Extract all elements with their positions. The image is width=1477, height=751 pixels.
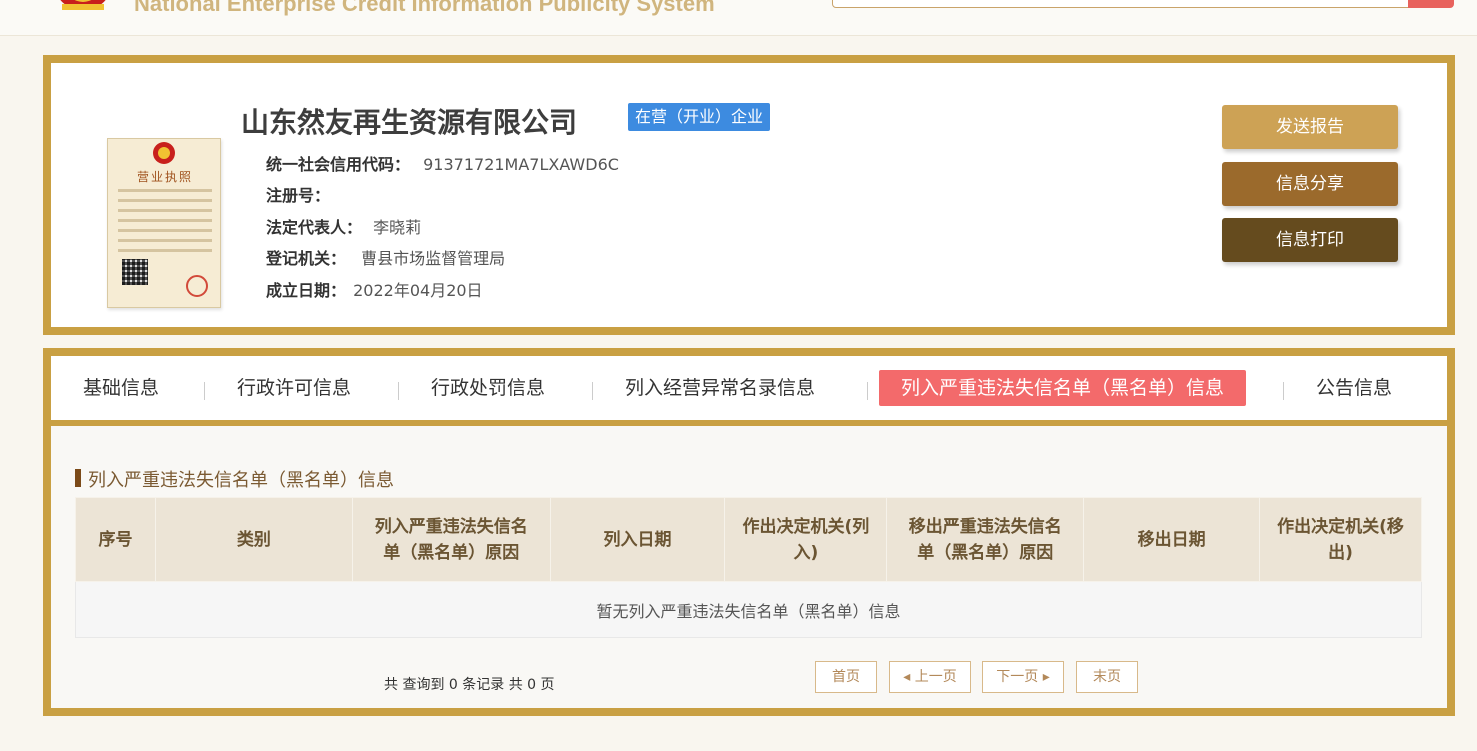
tab-admin-license[interactable]: 行政许可信息 xyxy=(237,370,351,406)
tab-bar: 基础信息 行政许可信息 行政处罚信息 列入经营异常名录信息 列入严重违法失信名单… xyxy=(51,356,1447,426)
last-page-button[interactable]: 末页 xyxy=(1076,661,1138,693)
info-panel: 基础信息 行政许可信息 行政处罚信息 列入经营异常名录信息 列入严重违法失信名单… xyxy=(43,348,1455,716)
blacklist-table: 序号 类别 列入严重违法失信名单（黑名单）原因 列入日期 作出决定机关(列入) … xyxy=(75,497,1422,638)
registration-authority-row: 登记机关： 曹县市场监督管理局 xyxy=(266,245,505,269)
pagination-summary: 共 查询到 0 条记录 共 0 页 xyxy=(384,677,555,693)
tab-abnormal-operations[interactable]: 列入经营异常名录信息 xyxy=(625,370,815,406)
column-header-listing-reason: 列入严重违法失信名单（黑名单）原因 xyxy=(351,497,551,582)
print-info-button[interactable]: 信息打印 xyxy=(1222,218,1398,262)
business-license-image[interactable]: 营业执照 xyxy=(107,138,221,308)
license-text-lines xyxy=(118,189,212,259)
tab-divider xyxy=(867,382,868,400)
next-page-button[interactable]: 下一页 ▸ xyxy=(982,661,1064,693)
prev-page-button[interactable]: ◂ 上一页 xyxy=(889,661,971,693)
tab-blacklist[interactable]: 列入严重违法失信名单（黑名单）信息 xyxy=(879,370,1247,406)
qr-code-icon xyxy=(122,259,148,285)
establishment-date-row: 成立日期： 2022年04月20日 xyxy=(266,277,483,301)
national-emblem-icon xyxy=(60,0,106,10)
tab-announcements[interactable]: 公告信息 xyxy=(1316,370,1392,406)
tab-divider xyxy=(398,382,399,400)
column-header-removal-reason: 移出严重违法失信名单（黑名单）原因 xyxy=(886,497,1085,582)
column-header-removal-date: 移出日期 xyxy=(1083,497,1261,582)
column-header-removal-authority: 作出决定机关(移出) xyxy=(1259,497,1422,582)
empty-table-message: 暂无列入严重违法失信名单（黑名单）信息 xyxy=(75,581,1422,638)
table-header-row: 序号 类别 列入严重违法失信名单（黑名单）原因 列入日期 作出决定机关(列入) … xyxy=(75,497,1422,582)
establishment-date-label: 成立日期： xyxy=(266,281,347,300)
status-badge: 在营（开业）企业 xyxy=(628,103,771,131)
search-input[interactable] xyxy=(832,0,1412,8)
company-name: 山东然友再生资源有限公司 xyxy=(241,106,578,139)
search-button[interactable] xyxy=(1408,0,1454,8)
legal-representative-value: 李晓莉 xyxy=(373,218,422,237)
column-header-listing-date: 列入日期 xyxy=(549,497,726,582)
license-title: 营业执照 xyxy=(136,170,193,184)
license-emblem-icon xyxy=(153,142,175,164)
site-title: National Enterprise Credit Information P… xyxy=(134,0,715,16)
registration-authority-label: 登记机关： xyxy=(266,249,347,268)
credit-code-row: 统一社会信用代码： 91371721MA7LXAWD6C xyxy=(266,151,619,175)
legal-representative-row: 法定代表人： 李晓莉 xyxy=(266,214,421,238)
tab-divider xyxy=(592,382,593,400)
tab-admin-penalty[interactable]: 行政处罚信息 xyxy=(431,370,545,406)
send-report-button[interactable]: 发送报告 xyxy=(1222,105,1398,149)
credit-code-value: 91371721MA7LXAWD6C xyxy=(423,155,619,174)
first-page-button[interactable]: 首页 xyxy=(815,661,877,693)
credit-code-label: 统一社会信用代码： xyxy=(266,155,411,174)
registration-number-row: 注册号： xyxy=(266,182,330,206)
table-row: 暂无列入严重违法失信名单（黑名单）信息 xyxy=(75,581,1422,638)
column-header-category: 类别 xyxy=(154,497,353,582)
tab-basic-info[interactable]: 基础信息 xyxy=(83,370,159,406)
establishment-date-value: 2022年04月20日 xyxy=(353,281,483,300)
seal-icon xyxy=(186,275,208,297)
registration-authority-value: 曹县市场监督管理局 xyxy=(361,249,506,268)
tab-divider xyxy=(1283,382,1284,400)
legal-representative-label: 法定代表人： xyxy=(266,218,363,237)
registration-number-label: 注册号： xyxy=(266,186,331,205)
column-header-index: 序号 xyxy=(75,497,156,582)
section-title: 列入严重违法失信名单（黑名单）信息 xyxy=(75,466,394,492)
tab-divider xyxy=(204,382,205,400)
share-info-button[interactable]: 信息分享 xyxy=(1222,162,1398,206)
site-header: National Enterprise Credit Information P… xyxy=(0,0,1477,36)
column-header-listing-authority: 作出决定机关(列入) xyxy=(724,497,888,582)
company-card: 营业执照 山东然友再生资源有限公司 在营（开业）企业 统一社会信用代码： 913… xyxy=(43,55,1455,335)
